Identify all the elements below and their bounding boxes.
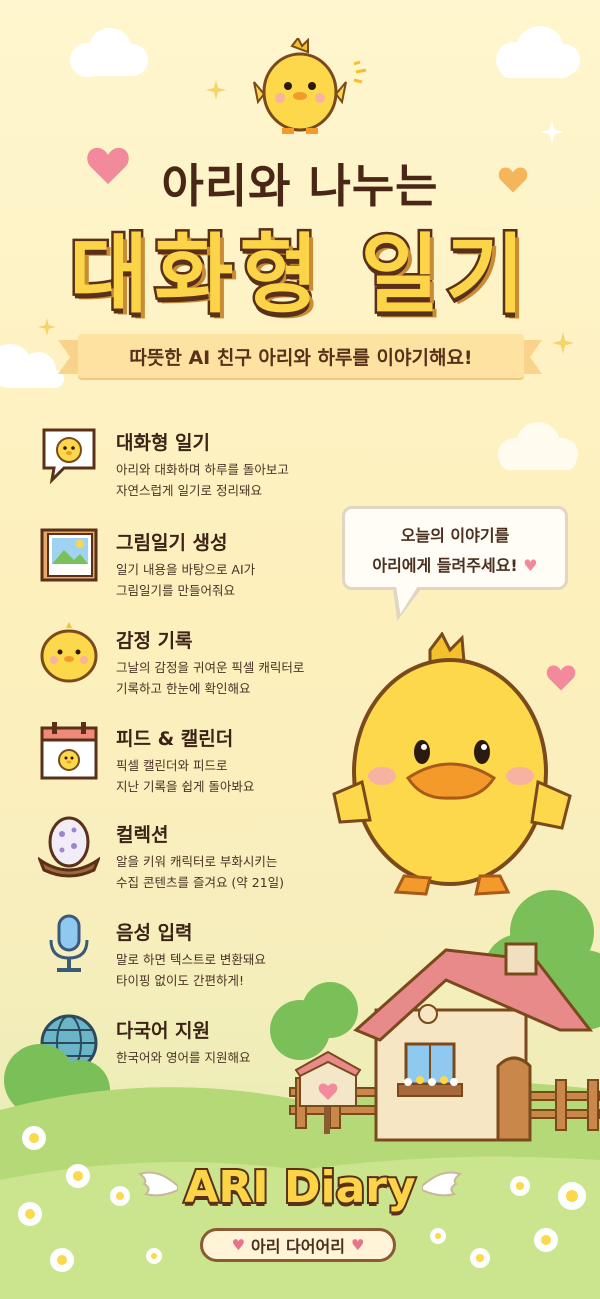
heart-icon: ♥ [231,1236,246,1254]
feature-title: 대화형 일기 [116,432,211,454]
feature-conversational-diary: 대화형 일기 아리와 대화하며 하루를 돌아보고 자연스럽게 일기로 정리돼요 [38,424,358,504]
speech-tail [396,586,418,614]
chat-bubble-chick-icon [42,428,96,485]
feature-desc: 일기 내용을 바탕으로 AI가 그림일기를 만들어줘요 [116,562,256,598]
brand-subtitle: 아리 다어어리 [251,1237,345,1256]
calendar-icon [40,722,98,780]
subtitle-ribbon: 따뜻한 AI 친구 아리와 하루를 이야기해요! [78,334,524,378]
sparkle-icon [206,80,226,100]
chick-face-icon [40,622,98,683]
feature-title: 컬렉션 [116,824,169,846]
feature-desc: 픽셀 캘린더와 피드로 지난 기록을 쉽게 돌아봐요 [116,758,255,794]
picture-book-icon [40,528,98,582]
sparkle-icon [540,120,564,144]
cloud-top-left [70,28,148,77]
feature-emotion-log: 감정 기록 그날의 감정을 귀여운 픽셀 캐릭터로 기록하고 한눈에 확인해요 [38,622,358,702]
sparkle-lines-icon [353,60,367,84]
feature-title: 그림일기 생성 [116,532,228,554]
speech-bubble: 오늘의 이야기를 아리에게 들려주세요! ♥ [342,506,568,590]
feature-feed-calendar: 피드 & 캘린더 픽셀 캘린더와 피드로 지난 기록을 쉽게 돌아봐요 [38,720,358,800]
page-title: 대화형 일기 [67,223,531,328]
sparkle-icon [552,332,574,354]
feature-title: 감정 기록 [116,630,193,652]
subtitle-text: 따뜻한 AI 친구 아리와 하루를 이야기해요! [129,346,473,369]
egg-nest-icon [38,816,100,878]
cloud-top-right [496,26,580,78]
brand-subtitle-badge: ♥ 아리 다어어리 ♥ [200,1228,396,1262]
feature-picture-diary: 그림일기 생성 일기 내용을 바탕으로 AI가 그림일기를 만들어줘요 [38,524,358,604]
speech-line-2: 아리에게 들려주세요! ♥ [372,556,538,575]
cloud-left [0,344,64,388]
brand-logo: ARI Diary [182,1160,417,1215]
heart-icon: ♥ [350,1236,365,1254]
feature-desc: 아리와 대화하며 하루를 돌아보고 자연스럽게 일기로 정리돼요 [116,462,289,498]
feature-desc: 그날의 감정을 귀여운 픽셀 캐릭터로 기록하고 한눈에 확인해요 [116,660,305,696]
chick-mascot-large [332,632,572,896]
cloud-right [498,422,578,470]
speech-line-1: 오늘의 이야기를 [400,526,510,545]
feature-title: 피드 & 캘린더 [116,728,234,750]
chick-mascot-small [253,38,347,134]
